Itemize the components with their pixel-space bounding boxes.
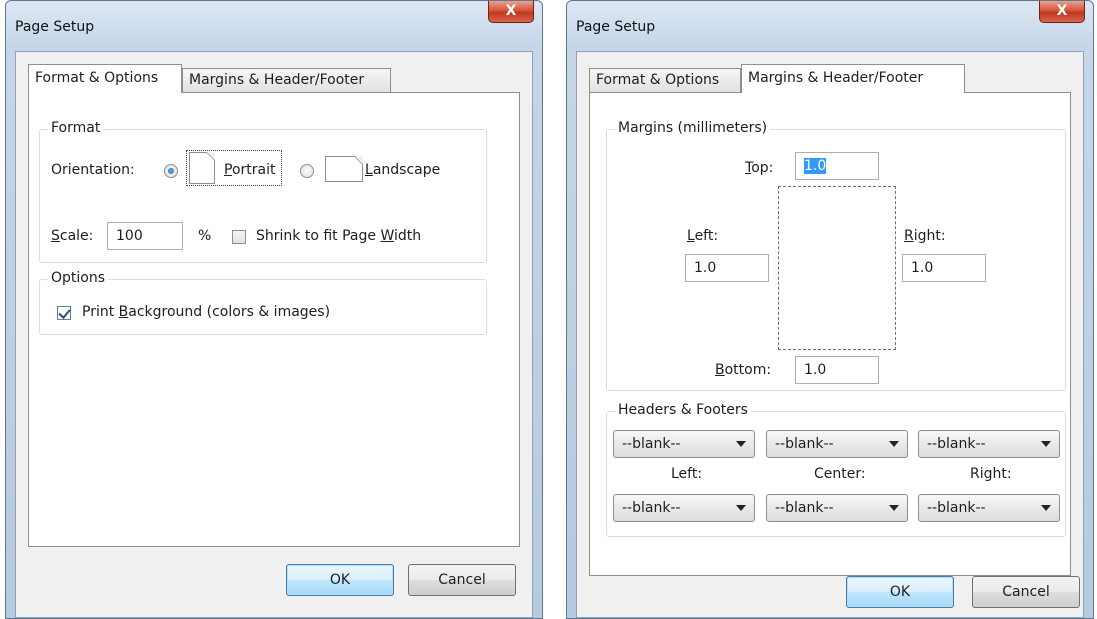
close-button[interactable]: X <box>488 1 534 23</box>
right-margin-input[interactable]: 1.0 <box>902 254 986 282</box>
scale-label: Scale: <box>51 228 93 244</box>
options-group: Options Print Background (colors & image… <box>39 270 487 335</box>
cancel-button[interactable]: Cancel <box>972 576 1080 608</box>
landscape-page-icon <box>325 156 363 182</box>
chevron-down-icon <box>889 441 899 447</box>
orientation-label: Orientation: <box>51 162 135 178</box>
ok-button[interactable]: OK <box>286 564 394 596</box>
header-right-value: --blank-- <box>927 436 986 452</box>
right-margin-label: Right: <box>904 228 946 244</box>
landscape-radio[interactable] <box>300 164 314 178</box>
dialog-client: Format & Options Margins & Header/Footer… <box>576 51 1084 618</box>
portrait-radio[interactable] <box>164 164 178 178</box>
dialog-title: Page Setup <box>15 19 95 35</box>
headers-footers-legend: Headers & Footers <box>615 402 751 418</box>
portrait-accel: P <box>224 162 232 178</box>
dialog-title: Page Setup <box>576 19 656 35</box>
header-center-value: --blank-- <box>775 436 834 452</box>
bottom-margin-label: Bottom: <box>715 362 771 378</box>
page-setup-dialog-margins: Page Setup X Format & Options Margins & … <box>566 0 1094 619</box>
chevron-down-icon <box>1041 441 1051 447</box>
left-column-label: Left: <box>671 466 703 482</box>
left-margin-label: Left: <box>687 228 718 244</box>
right-label-rest: ight: <box>913 228 946 244</box>
headers-footers-group: Headers & Footers --blank-- --blank-- --… <box>606 402 1066 537</box>
cancel-button[interactable]: Cancel <box>408 564 516 596</box>
landscape-accel: L <box>365 162 373 178</box>
shrink-label-rest: idth <box>394 228 422 244</box>
header-right-select[interactable]: --blank-- <box>918 430 1060 458</box>
chevron-down-icon <box>736 441 746 447</box>
scale-label-rest: cale: <box>59 228 94 244</box>
shrink-to-fit-label[interactable]: Shrink to fit Page Width <box>256 228 421 244</box>
tab-panel-margins-header-footer: Margins (millimeters) Top: 1.0 Left: 1.0… <box>589 92 1071 576</box>
options-group-legend: Options <box>48 270 109 286</box>
left-margin-input[interactable]: 1.0 <box>685 254 769 282</box>
close-button[interactable]: X <box>1039 1 1085 23</box>
top-margin-label: Top: <box>745 160 773 176</box>
portrait-label[interactable]: Portrait <box>224 162 275 178</box>
left-label-rest: eft: <box>694 228 719 244</box>
page-setup-dialog-format: Page Setup X Format & Options Margins & … <box>5 0 543 619</box>
margins-group-legend: Margins (millimeters) <box>615 120 771 136</box>
right-accel: R <box>904 228 914 244</box>
shrink-label-pre: Shrink to fit Page <box>256 228 381 244</box>
top-label-rest: op: <box>751 160 774 176</box>
chevron-down-icon <box>889 505 899 511</box>
center-column-label: Center: <box>814 466 866 482</box>
bottom-margin-input[interactable]: 1.0 <box>795 356 879 384</box>
scale-accel: S <box>51 228 60 244</box>
shrink-to-fit-checkbox[interactable] <box>232 230 246 244</box>
portrait-label-rest: ortrait <box>231 162 276 178</box>
close-icon: X <box>505 3 517 19</box>
header-left-select[interactable]: --blank-- <box>613 430 755 458</box>
bottom-label-rest: ottom: <box>724 362 772 378</box>
tab-margins-header-footer[interactable]: Margins & Header/Footer <box>182 68 391 93</box>
footer-right-value: --blank-- <box>927 500 986 516</box>
tab-margins-header-footer[interactable]: Margins & Header/Footer <box>741 64 965 93</box>
header-left-value: --blank-- <box>622 436 681 452</box>
top-margin-value: 1.0 <box>804 158 827 174</box>
chevron-down-icon <box>736 505 746 511</box>
right-column-label: Right: <box>970 466 1012 482</box>
shrink-accel: W <box>380 228 394 244</box>
chevron-down-icon <box>1041 505 1051 511</box>
tab-panel-format-options: Format Orientation: Portrait Landscape S… <box>28 92 520 547</box>
page-margin-preview <box>778 186 896 350</box>
bottom-accel: B <box>715 362 725 378</box>
landscape-label[interactable]: Landscape <box>365 162 440 178</box>
print-background-checkbox[interactable] <box>57 306 71 320</box>
footer-left-select[interactable]: --blank-- <box>613 494 755 522</box>
top-margin-input[interactable]: 1.0 <box>795 152 879 180</box>
format-group-legend: Format <box>48 120 104 136</box>
print-background-label[interactable]: Print Background (colors & images) <box>82 304 330 320</box>
tab-format-options[interactable]: Format & Options <box>589 68 741 93</box>
footer-center-value: --blank-- <box>775 500 834 516</box>
margins-group: Margins (millimeters) Top: 1.0 Left: 1.0… <box>606 120 1066 391</box>
footer-left-value: --blank-- <box>622 500 681 516</box>
scale-unit: % <box>198 228 212 244</box>
format-group: Format Orientation: Portrait Landscape S… <box>39 120 487 263</box>
footer-right-select[interactable]: --blank-- <box>918 494 1060 522</box>
scale-input[interactable]: 100 <box>107 222 183 250</box>
tab-format-options[interactable]: Format & Options <box>28 64 182 93</box>
print-background-accel: B <box>118 304 129 320</box>
footer-center-select[interactable]: --blank-- <box>766 494 908 522</box>
print-background-rest: ackground (colors & images) <box>128 304 331 320</box>
dialog-client: Format & Options Margins & Header/Footer… <box>15 51 533 618</box>
left-accel: L <box>687 228 695 244</box>
landscape-label-rest: andscape <box>372 162 441 178</box>
close-icon: X <box>1056 3 1068 19</box>
ok-button[interactable]: OK <box>846 576 954 608</box>
header-center-select[interactable]: --blank-- <box>766 430 908 458</box>
print-background-pre: Print <box>82 304 119 320</box>
